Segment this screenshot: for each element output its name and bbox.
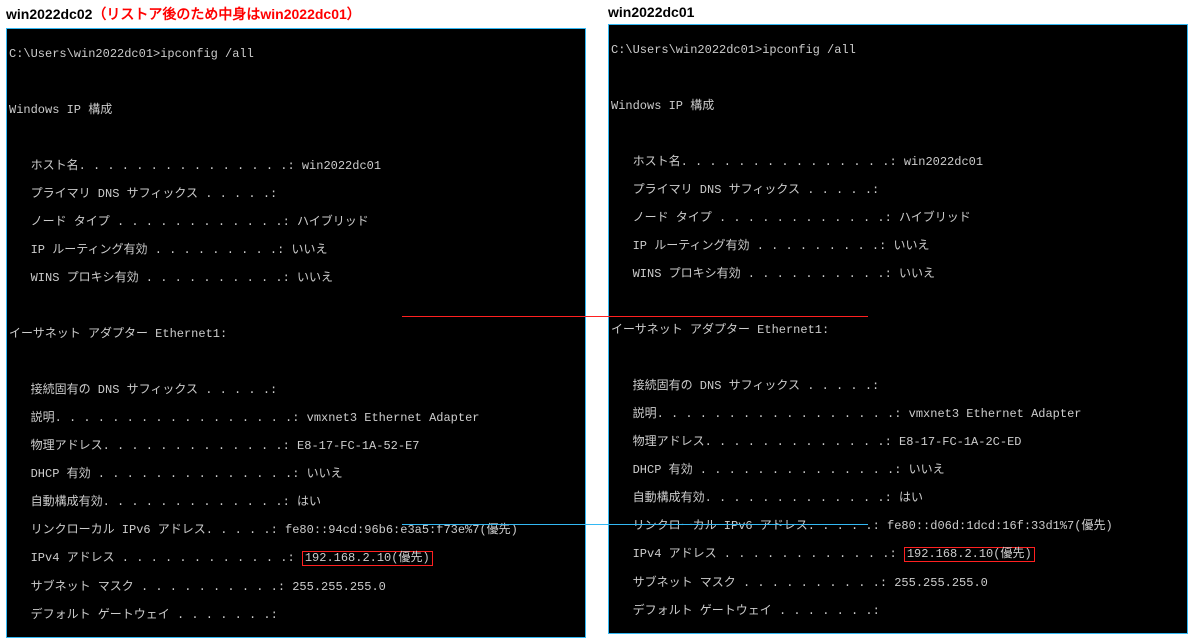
connector-blue-line — [402, 524, 868, 525]
left-host-name: win2022dc01 — [302, 159, 381, 173]
comparison-wrap: win2022dc02（リストア後のため中身はwin2022dc01） C:\U… — [0, 0, 1200, 642]
right-terminal[interactable]: C:\Users\win2022dc01>ipconfig /all Windo… — [608, 24, 1188, 634]
right-eth1-ipv4: 192.168.2.10(優先) — [904, 547, 1035, 562]
connector-red-line — [402, 316, 868, 317]
left-column: win2022dc02（リストア後のため中身はwin2022dc01） C:\U… — [6, 4, 586, 638]
left-ipcfg-header: Windows IP 構成 — [9, 103, 583, 117]
right-cmdline: C:\Users\win2022dc01>ipconfig /all — [611, 43, 1185, 57]
left-title-annot: （リストア後のため中身はwin2022dc01） — [92, 6, 360, 22]
left-eth1-header: イーサネット アダプター Ethernet1: — [9, 327, 583, 341]
left-title-main: win2022dc02 — [6, 6, 92, 22]
right-column: win2022dc01 C:\Users\win2022dc01>ipconfi… — [608, 4, 1188, 638]
right-eth1-header: イーサネット アダプター Ethernet1: — [611, 323, 1185, 337]
right-eth1-mac: E8-17-FC-1A-2C-ED — [899, 435, 1021, 449]
left-eth1-mac: E8-17-FC-1A-52-E7 — [297, 439, 419, 453]
right-host-name: win2022dc01 — [904, 155, 983, 169]
right-title: win2022dc01 — [608, 4, 1188, 20]
left-terminal[interactable]: C:\Users\win2022dc01>ipconfig /all Windo… — [6, 28, 586, 638]
left-eth1-ipv4: 192.168.2.10(優先) — [302, 551, 433, 566]
right-title-main: win2022dc01 — [608, 4, 694, 20]
right-ipcfg-header: Windows IP 構成 — [611, 99, 1185, 113]
left-title: win2022dc02（リストア後のため中身はwin2022dc01） — [6, 4, 586, 24]
left-cmdline: C:\Users\win2022dc01>ipconfig /all — [9, 47, 583, 61]
